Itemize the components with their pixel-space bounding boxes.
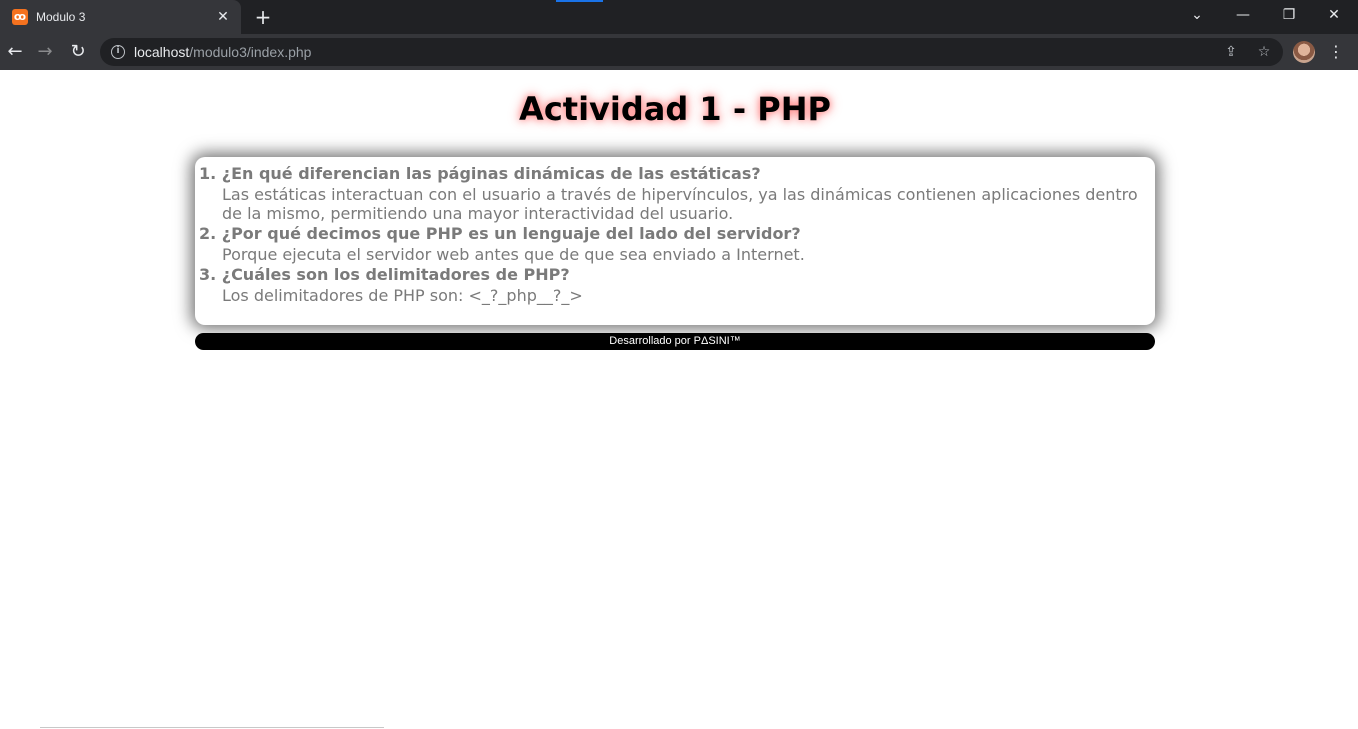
bookmark-star-icon[interactable]: ☆ (1254, 42, 1274, 62)
close-tab-icon[interactable]: ✕ (214, 8, 232, 26)
back-arrow-icon[interactable]: ← (3, 40, 27, 64)
reload-icon[interactable]: ↻ (66, 40, 90, 64)
footer-credit: Desarrollado por PΔSINI™ (195, 333, 1155, 350)
url-host: localhost (134, 44, 190, 60)
tab-title: Modulo 3 (36, 10, 86, 24)
answer-2: Porque ejecuta el servidor web antes que… (222, 245, 805, 264)
site-info-icon[interactable]: i (111, 45, 125, 59)
tab-activity-indicator (556, 0, 603, 2)
url-path: /modulo3/index.php (189, 44, 312, 60)
profile-avatar[interactable] (1293, 41, 1315, 63)
address-bar[interactable]: i localhost/modulo3/index.php ⇪ ☆ (100, 38, 1283, 66)
browser-tab[interactable]: ꝏ Modulo 3 ✕ (0, 0, 241, 34)
share-icon[interactable]: ⇪ (1221, 42, 1241, 62)
question-1: 1. ¿En qué diferencian las páginas dinám… (199, 164, 761, 183)
browser-toolbar: ← → ↻ i localhost/modulo3/index.php ⇪ ☆ … (0, 34, 1358, 70)
tab-strip: ꝏ Modulo 3 ✕ + ⌄ — ❐ ✕ (0, 0, 1358, 34)
answer-3: Los delimitadores de PHP son: <_?_php__?… (222, 286, 583, 305)
forward-arrow-icon[interactable]: → (33, 40, 57, 64)
close-window-icon[interactable]: ✕ (1320, 4, 1348, 26)
new-tab-icon[interactable]: + (252, 6, 274, 28)
xampp-favicon-icon: ꝏ (12, 9, 28, 25)
answer-1: Las estáticas interactuan con el usuario… (222, 185, 1138, 223)
browser-menu-icon[interactable]: ⋮ (1326, 40, 1346, 64)
tab-search-icon[interactable]: ⌄ (1183, 4, 1211, 26)
question-3: 3. ¿Cuáles son los delimitadores de PHP? (199, 265, 570, 284)
url-text[interactable]: localhost/modulo3/index.php (134, 44, 311, 60)
question-2: 2. ¿Por qué decimos que PHP es un lengua… (199, 224, 801, 243)
qa-card: 1. ¿En qué diferencian las páginas dinám… (195, 157, 1155, 325)
page-title: Actividad 1 - PHP (519, 90, 831, 128)
bottom-divider (40, 727, 384, 728)
qa-list: 1. ¿En qué diferencian las páginas dinám… (199, 163, 1144, 305)
restore-icon[interactable]: ❐ (1275, 4, 1303, 26)
page-content: Actividad 1 - PHP 1. ¿En qué diferencian… (0, 70, 1358, 729)
minimize-icon[interactable]: — (1229, 4, 1257, 26)
